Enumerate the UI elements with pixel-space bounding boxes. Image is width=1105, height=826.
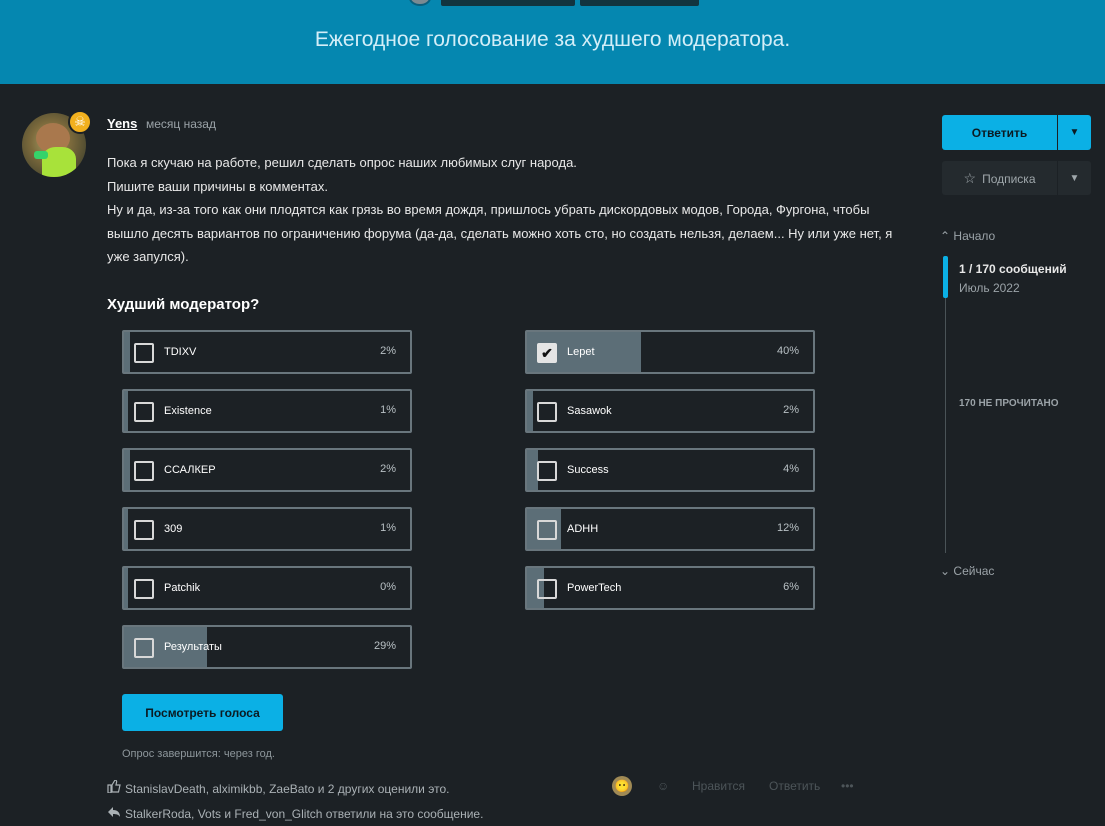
poll-option-label: ССАЛКЕР bbox=[164, 464, 216, 476]
poll-option-percent: 12% bbox=[776, 522, 799, 534]
chevron-down-icon[interactable]: ▼ bbox=[1058, 115, 1091, 150]
poll-option[interactable]: TDIXV 2% bbox=[122, 330, 412, 374]
poll-option-checkbox[interactable]: ✔ bbox=[537, 343, 557, 363]
topic-banner: Ежегодное голосование за худшего модерат… bbox=[0, 0, 1105, 84]
poll-option-checkbox[interactable] bbox=[134, 402, 154, 422]
poll-option-label: 309 bbox=[164, 523, 183, 535]
poll-option[interactable]: ADHH 12% bbox=[525, 507, 815, 551]
replies-summary[interactable]: StalkerRoda, Vots и Fred_von_Glitch отве… bbox=[107, 806, 483, 821]
poll-option-checkbox[interactable] bbox=[134, 343, 154, 363]
reply-action[interactable]: Ответить bbox=[769, 779, 820, 793]
likes-summary[interactable]: StanislavDeath, alximikbb, ZaeBato и 2 д… bbox=[107, 779, 450, 796]
poll-option-bar bbox=[124, 568, 129, 608]
more-actions-icon[interactable]: ••• bbox=[841, 779, 854, 793]
poll-option-percent: 2% bbox=[783, 404, 799, 416]
poll-option-checkbox[interactable] bbox=[134, 638, 154, 658]
poll-option-percent: 2% bbox=[380, 345, 396, 357]
poll-option-percent: 2% bbox=[380, 463, 396, 475]
poll-option-label: Existence bbox=[164, 405, 212, 417]
avatar-bow bbox=[34, 151, 48, 159]
timeline-start-label: Начало bbox=[953, 229, 996, 243]
poll-option[interactable]: PowerTech 6% bbox=[525, 566, 815, 610]
poll-option-bar bbox=[124, 332, 130, 372]
thumbs-up-icon bbox=[107, 779, 123, 796]
poll-option[interactable]: ССАЛКЕР 2% bbox=[122, 448, 412, 492]
add-reaction-icon[interactable]: ☺ bbox=[657, 779, 669, 793]
reply-button[interactable]: Ответить bbox=[942, 115, 1057, 150]
likes-text: StanislavDeath, alximikbb, ZaeBato и 2 д… bbox=[125, 782, 450, 796]
poll-end-text: Опрос завершится: через год. bbox=[122, 748, 275, 760]
poll-option-bar bbox=[527, 391, 533, 431]
poll-option[interactable]: 309 1% bbox=[122, 507, 412, 551]
poll-option-checkbox[interactable] bbox=[134, 461, 154, 481]
poll-option-checkbox[interactable] bbox=[537, 402, 557, 422]
star-icon: ☆ bbox=[963, 169, 977, 186]
poll-option-label: TDIXV bbox=[164, 346, 197, 358]
banner-avatar bbox=[409, 0, 431, 6]
reply-arrow-icon bbox=[107, 806, 123, 821]
post-body: Пока я скучаю на работе, решил сделать о… bbox=[107, 151, 897, 269]
timeline-date: Июль 2022 bbox=[959, 281, 1020, 295]
view-votes-button[interactable]: Посмотреть голоса bbox=[122, 694, 283, 731]
timeline-start[interactable]: ⌃ Начало bbox=[940, 229, 995, 243]
timeline-count: 1 / 170 сообщений bbox=[959, 262, 1067, 276]
post-paragraph: Пока я скучаю на работе, решил сделать о… bbox=[107, 155, 577, 170]
poll-option-label: ADHH bbox=[567, 523, 599, 535]
poll-option-bar bbox=[124, 450, 130, 490]
post-time[interactable]: месяц назад bbox=[146, 117, 216, 131]
post-paragraph: Пишите ваши причины в комментах. bbox=[107, 178, 328, 194]
skull-icon: ☠ bbox=[68, 110, 92, 134]
poll-option-checkbox[interactable] bbox=[134, 579, 154, 599]
poll-option-label: Patchik bbox=[164, 582, 201, 594]
timeline-handle[interactable] bbox=[943, 256, 948, 298]
poll-option-bar bbox=[124, 391, 129, 431]
subscribe-label: Подписка bbox=[982, 171, 1036, 186]
reaction-emoji-icon[interactable]: 😶 bbox=[612, 776, 632, 796]
poll-option-checkbox[interactable] bbox=[134, 520, 154, 540]
timeline-unread[interactable]: 170 НЕ ПРОЧИТАНО bbox=[959, 398, 1059, 409]
poll-option[interactable]: Результаты 29% bbox=[122, 625, 412, 669]
poll-option-label: Lepet bbox=[567, 346, 595, 358]
poll-option-percent: 29% bbox=[373, 640, 396, 652]
double-chevron-up-icon: ⌃ bbox=[940, 229, 951, 243]
poll-option-label: Sasawok bbox=[567, 405, 612, 417]
banner-tag[interactable] bbox=[441, 0, 575, 6]
poll-option-label: Success bbox=[567, 464, 609, 476]
poll-option-checkbox[interactable] bbox=[537, 520, 557, 540]
poll-option-percent: 6% bbox=[783, 581, 799, 593]
poll-option[interactable]: Patchik 0% bbox=[122, 566, 412, 610]
poll-option-label: PowerTech bbox=[567, 582, 622, 594]
double-chevron-down-icon: ⌄ bbox=[940, 564, 951, 578]
poll-option-percent: 1% bbox=[380, 522, 396, 534]
topic-title: Ежегодное голосование за худшего модерат… bbox=[314, 28, 791, 51]
timeline-track[interactable] bbox=[945, 256, 946, 553]
subscribe-button[interactable]: ☆ Подписка bbox=[942, 161, 1057, 195]
poll-option-percent: 4% bbox=[783, 463, 799, 475]
poll-option-label: Результаты bbox=[164, 641, 222, 653]
poll-option[interactable]: Success 4% bbox=[525, 448, 815, 492]
replies-text: StalkerRoda, Vots и Fred_von_Glitch отве… bbox=[125, 807, 484, 821]
timeline-now-label: Сейчас bbox=[953, 564, 995, 578]
poll-option[interactable]: Existence 1% bbox=[122, 389, 412, 433]
poll-option-percent: 1% bbox=[380, 404, 396, 416]
poll-option-bar bbox=[124, 509, 129, 549]
poll-option-checkbox[interactable] bbox=[537, 461, 557, 481]
poll-title: Худший модератор? bbox=[107, 296, 260, 313]
like-action[interactable]: Нравится bbox=[692, 779, 745, 793]
poll-option[interactable]: ✔ Lepet 40% bbox=[525, 330, 815, 374]
poll-option[interactable]: Sasawok 2% bbox=[525, 389, 815, 433]
author-username[interactable]: Yens bbox=[107, 116, 137, 131]
banner-tag[interactable] bbox=[580, 0, 699, 6]
poll-option-percent: 0% bbox=[380, 581, 396, 593]
post-paragraph: Ну и да, из-за того как они плодятся как… bbox=[107, 202, 893, 265]
timeline-now[interactable]: ⌄ Сейчас bbox=[940, 564, 994, 578]
poll-option-percent: 40% bbox=[776, 345, 799, 357]
chevron-down-icon[interactable]: ▼ bbox=[1058, 161, 1091, 195]
poll-option-checkbox[interactable] bbox=[537, 579, 557, 599]
